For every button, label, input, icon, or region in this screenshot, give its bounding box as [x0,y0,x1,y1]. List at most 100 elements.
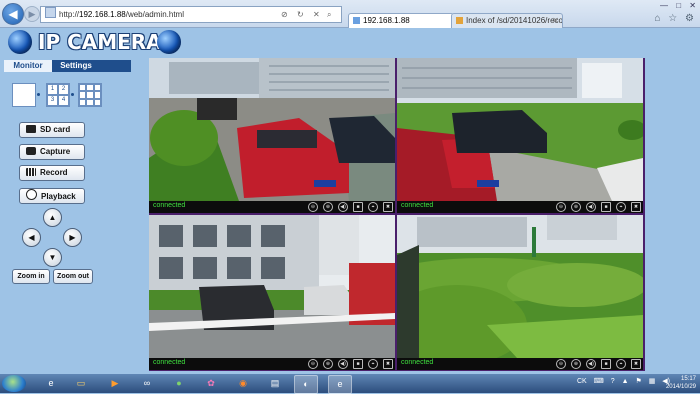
capture-button[interactable]: Capture [19,144,85,160]
ie-active-taskbar-icon[interactable]: e [328,375,352,394]
address-bar[interactable]: http://192.168.1.88/web/admin.html ⊘ ↻ ✕… [40,6,342,23]
pan-right-button[interactable]: ▶ [63,228,82,247]
keyboard-icon[interactable]: ⌨ [594,378,604,385]
tab-settings[interactable]: Settings [54,60,98,72]
help-icon[interactable]: ? [611,378,615,385]
paint-taskbar-icon[interactable]: ✿ [200,375,222,392]
camera-app-taskbar-icon[interactable]: ◐ [294,375,318,394]
panel-tabs: Monitor Settings [4,60,131,72]
camera-status: connected [401,359,434,366]
ie-taskbar-icon[interactable]: e [40,375,62,392]
zoom-out-icon[interactable]: ⊖ [308,359,318,369]
microphone-icon[interactable]: ⌖ [616,202,626,212]
zoom-in-icon[interactable]: ⊕ [571,359,581,369]
app-taskbar-icon[interactable]: ● [168,375,190,392]
pan-up-button[interactable]: ▲ [43,208,62,227]
clock-time: 15:17 [680,376,696,382]
tools-icon[interactable]: ✖ [631,202,641,212]
microphone-icon[interactable]: ⌖ [368,359,378,369]
microphone-icon[interactable]: ⌖ [368,202,378,212]
layout-cell: 4 [58,95,69,106]
language-indicator[interactable]: CK [577,378,587,385]
play-icon [26,189,37,200]
layout-4-button[interactable]: 1 2 3 4 [46,83,70,107]
camera-feed-image [397,58,643,201]
page-title: IP CAMERA [38,30,162,54]
sd-card-icon [26,125,36,133]
media-player-taskbar-icon[interactable]: ▶ [104,375,126,392]
camera-status: connected [153,359,186,366]
layout-cell: 2 [58,84,69,95]
close-tab-icon[interactable]: ✕ [552,14,559,28]
stop-icon[interactable]: ■ [353,359,363,369]
gear-icon[interactable]: ⚙ [685,13,694,24]
microphone-icon[interactable]: ⌖ [616,359,626,369]
speaker-icon[interactable]: ◀) [586,359,596,369]
back-button[interactable]: ◀ [2,3,24,25]
camera-view-4[interactable]: connected ⊖ ⊕ ◀) ■ ⌖ ✖ [397,215,643,370]
sd-card-button[interactable]: SD card [19,122,85,138]
zoom-in-icon[interactable]: ⊕ [571,202,581,212]
playback-button[interactable]: Playback [19,188,85,204]
refresh-icon[interactable]: ↻ [297,7,304,22]
layout-9-button[interactable] [78,83,102,107]
folder-taskbar-icon[interactable]: ▭ [70,375,92,392]
clock-date: 2014/10/29 [665,384,696,390]
minimize-button[interactable]: — [660,1,668,10]
zoom-out-icon[interactable]: ⊖ [308,202,318,212]
zoom-in-icon[interactable]: ⊕ [323,202,333,212]
flag-icon[interactable]: ⚑ [635,378,641,385]
zoom-out-icon[interactable]: ⊖ [556,359,566,369]
speaker-icon[interactable]: ◀) [338,202,348,212]
start-button[interactable] [2,375,26,392]
layout-cell: 1 [47,84,58,95]
camera-view-1[interactable]: connected ⊖ ⊕ ◀) ■ ⌖ ✖ [149,58,395,213]
network-icon[interactable]: ▦ [649,378,656,385]
taskbar: e ▭ ▶ ∞ ● ✿ ◉ ▤ ◐ e CK ⌨ ? ▲ ⚑ ▦ ◀) 15:1… [0,374,700,394]
star-icon[interactable]: ☆ [668,13,677,24]
browser-chrome: ◀ ▶ http://192.168.1.88/web/admin.html ⊘… [0,0,700,28]
search-icon[interactable]: ⌕ [327,7,331,22]
stop-icon[interactable]: ■ [353,202,363,212]
tools-icon[interactable]: ✖ [383,202,393,212]
maximize-button[interactable]: □ [676,1,681,10]
forward-button[interactable]: ▶ [24,6,40,22]
tab-index-sd[interactable]: Index of /sd/20141026/record0... ✕ [451,13,563,28]
network-taskbar-icon[interactable]: ∞ [136,375,158,392]
camera-view-3[interactable]: connected ⊖ ⊕ ◀) ■ ⌖ ✖ [149,215,395,370]
record-button[interactable]: Record [19,165,85,181]
zoom-in-icon[interactable]: ⊕ [323,359,333,369]
camera-controls: ⊖ ⊕ ◀) ■ ⌖ ✖ [551,202,641,212]
address-host: 192.168.1.88 [79,10,126,19]
compat-icon[interactable]: ⊘ [281,7,288,22]
camera-toolbar: connected ⊖ ⊕ ◀) ■ ⌖ ✖ [397,201,643,213]
stop-icon[interactable]: ✕ [313,7,320,22]
page-favicon-icon [456,17,463,24]
address-prefix: http:// [59,10,80,19]
page-icon [45,7,56,18]
stop-icon[interactable]: ■ [601,202,611,212]
tools-icon[interactable]: ✖ [631,359,641,369]
tools-icon[interactable]: ✖ [383,359,393,369]
home-icon[interactable]: ⌂ [654,13,660,24]
pan-down-button[interactable]: ▼ [43,248,62,267]
tab-monitor[interactable]: Monitor [4,60,52,72]
pan-left-button[interactable]: ◀ [22,228,41,247]
clock[interactable]: 15:17 2014/10/29 [666,375,696,391]
zoom-out-icon[interactable]: ⊖ [556,202,566,212]
speaker-icon[interactable]: ◀) [586,202,596,212]
video-grid: connected ⊖ ⊕ ◀) ■ ⌖ ✖ connected ⊖ ⊕ ◀) ■ ⌖ ✖ [149,58,645,371]
show-hidden-icon[interactable]: ▲ [622,378,629,385]
camera-controls: ⊖ ⊕ ◀) ■ ⌖ ✖ [303,359,393,369]
stop-icon[interactable]: ■ [601,359,611,369]
document-taskbar-icon[interactable]: ▤ [264,375,286,392]
close-window-button[interactable]: ✕ [689,1,696,10]
firefox-taskbar-icon[interactable]: ◉ [232,375,254,392]
zoom-out-button[interactable]: Zoom out [53,269,93,284]
speaker-icon[interactable]: ◀) [338,359,348,369]
zoom-in-button[interactable]: Zoom in [12,269,50,284]
camera-feed-image [149,215,395,358]
tab-ip-camera[interactable]: 192.168.1.88 [348,13,454,28]
camera-view-2[interactable]: connected ⊖ ⊕ ◀) ■ ⌖ ✖ [397,58,643,213]
layout-1-button[interactable] [12,83,36,107]
